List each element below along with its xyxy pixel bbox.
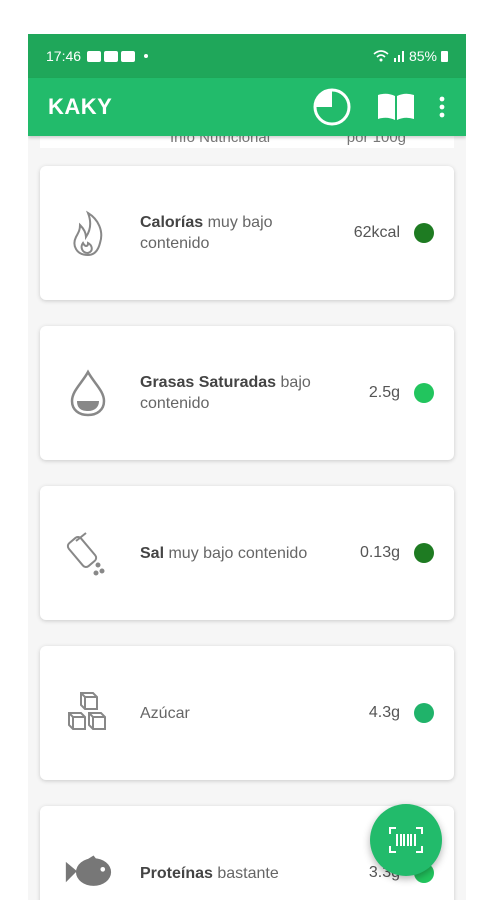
nutrient-value: 0.13g (359, 544, 400, 561)
book-button[interactable] (376, 92, 416, 122)
more-options-button[interactable] (438, 96, 446, 118)
pie-chart-icon (313, 88, 351, 126)
nutrient-name: Calorías (140, 214, 204, 231)
nutrient-card-azucar[interactable]: Azúcar 4.3g (40, 646, 454, 780)
fish-icon (64, 849, 112, 897)
app-title: KAKY (48, 94, 113, 119)
sugar-cubes-icon (64, 689, 112, 737)
video-notification-icon (104, 50, 119, 62)
nutrient-label: Proteínas bastante (140, 863, 330, 884)
nutrient-value: 4.3g (368, 704, 400, 721)
more-vert-icon (439, 96, 445, 118)
app-bar: KAKY (28, 78, 466, 136)
nutrient-card-grasas-saturadas[interactable]: Grasas Saturadas bajo contenido 2.5g (40, 326, 454, 460)
nutrient-name: Sal (140, 544, 165, 562)
nutrient-level: Azúcar (140, 704, 190, 722)
nutrient-value: 2.5g (368, 384, 400, 401)
nutrient-card-sal[interactable]: Sal muy bajo contenido 0.13g (40, 486, 454, 620)
more-notifications-icon (144, 54, 149, 58)
nutrient-level: muy bajo contenido (168, 544, 308, 562)
level-indicator-dot (414, 543, 434, 563)
status-time: 17:46 (46, 48, 82, 64)
salt-shaker-icon (64, 529, 112, 577)
nutrient-name: Proteínas (140, 864, 213, 882)
notification-icons (87, 50, 149, 62)
nutrient-label: Grasas Saturadas bajo contenido (140, 372, 330, 414)
pie-chart-button[interactable] (310, 85, 354, 129)
wifi-icon (373, 50, 389, 62)
level-indicator-dot (414, 383, 434, 403)
level-indicator-dot (414, 703, 434, 723)
status-bar: 17:46 85% (28, 34, 466, 78)
phone-screen: 17:46 85% KAKY Info Nutricional por 100g… (28, 34, 466, 900)
drop-icon (64, 369, 112, 417)
signal-icon (393, 51, 404, 62)
nutrient-label: Azúcar (140, 703, 330, 724)
nutrient-level: bastante (217, 864, 279, 882)
level-indicator-dot (414, 223, 434, 243)
book-icon (378, 93, 414, 120)
nutrient-name: Grasas Saturadas (140, 374, 277, 391)
battery-icon (441, 50, 448, 62)
scan-barcode-button[interactable] (370, 804, 442, 876)
nutrient-label: Calorías muy bajo contenido (140, 212, 330, 254)
media-notification-icon (121, 50, 136, 62)
barcode-scan-icon (389, 827, 423, 853)
flame-icon (64, 209, 112, 257)
gallery-notification-icon (87, 50, 102, 62)
battery-percent: 85% (408, 48, 437, 64)
nutrient-value: 62kcal (353, 224, 400, 241)
nutrient-card-calorias[interactable]: Calorías muy bajo contenido 62kcal (40, 166, 454, 300)
nutrient-label: Sal muy bajo contenido (140, 543, 330, 564)
